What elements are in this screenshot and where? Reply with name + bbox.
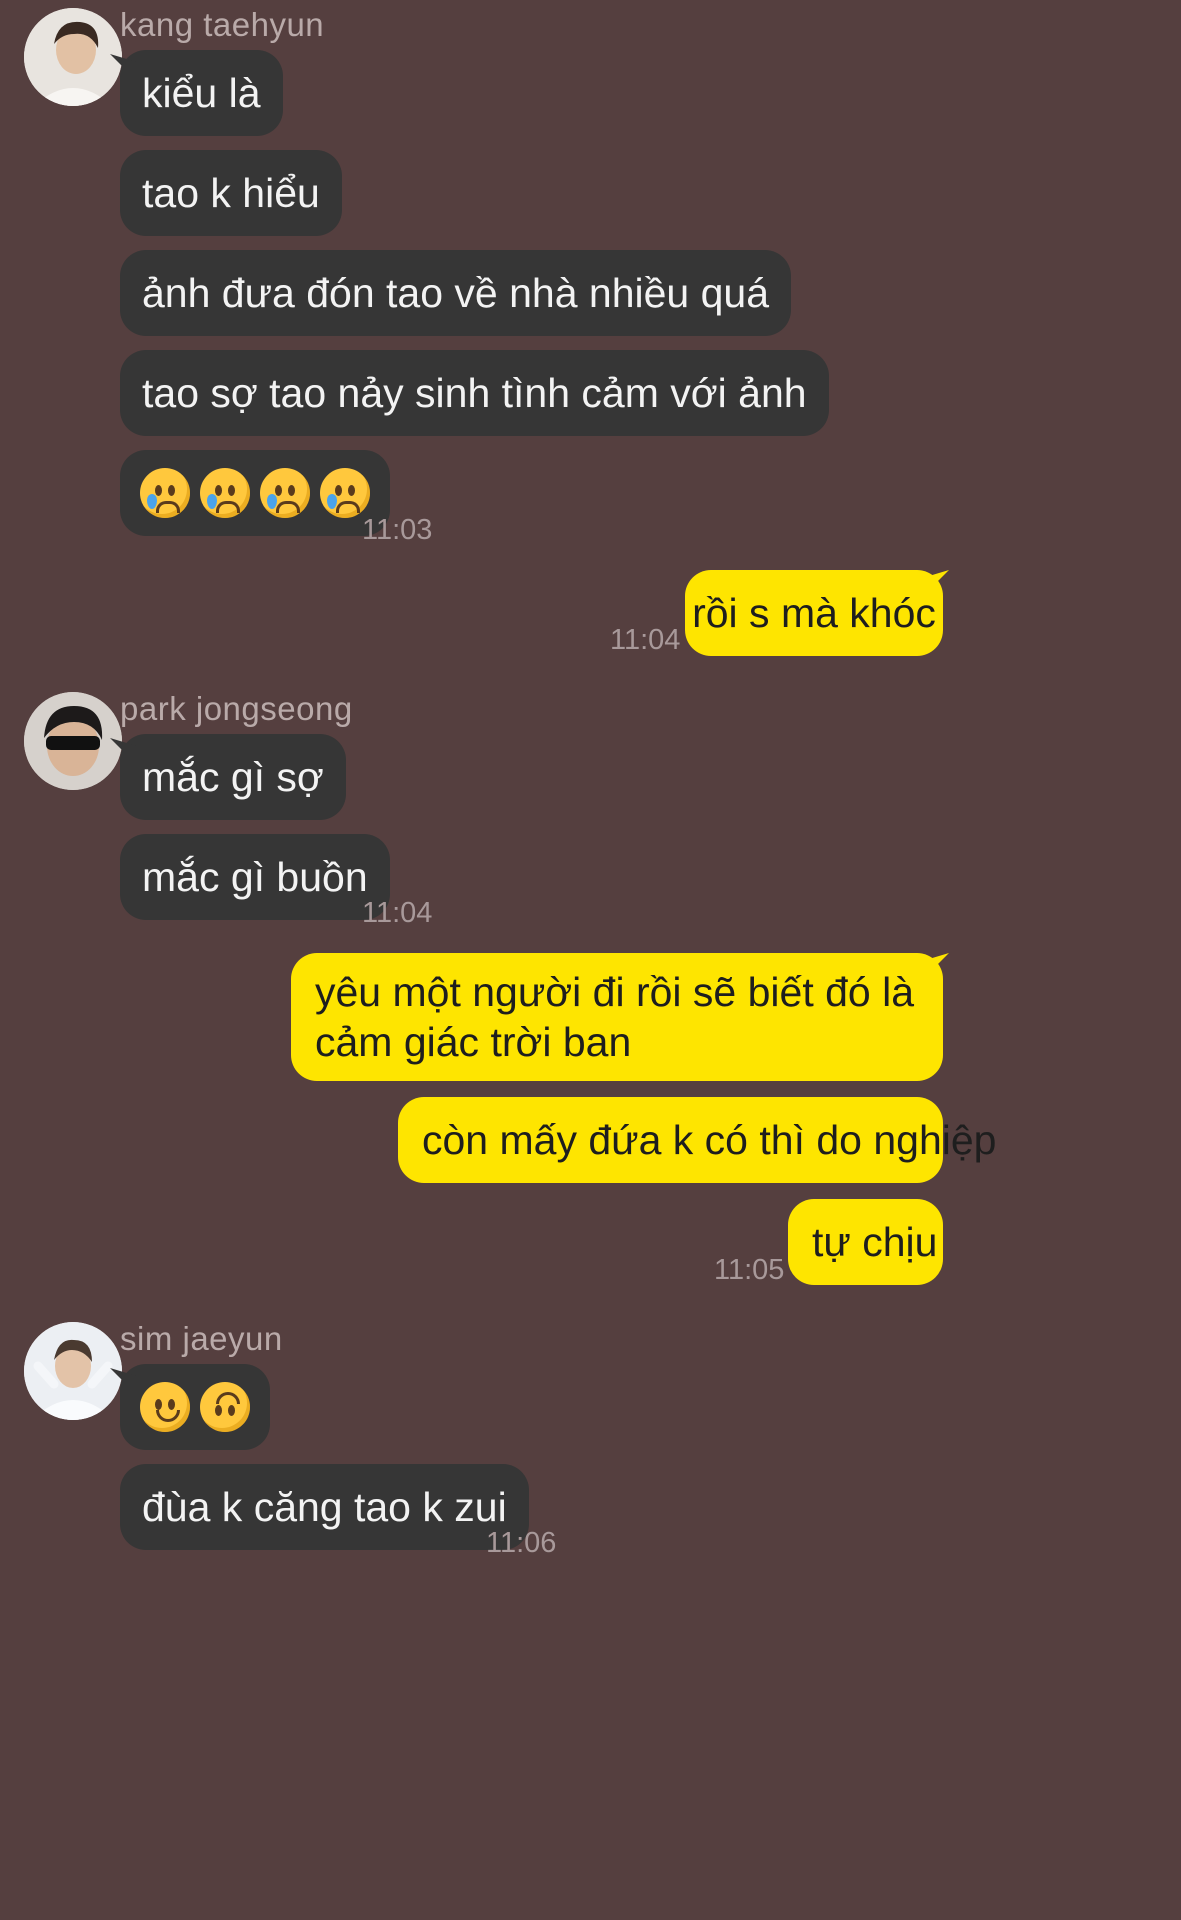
- incoming-emoji-message[interactable]: [120, 450, 390, 536]
- message-text: tự chịu: [812, 1219, 938, 1265]
- message-timestamp: 11:06: [486, 1527, 557, 1559]
- incoming-emoji-message[interactable]: [120, 1364, 270, 1450]
- incoming-message[interactable]: mắc gì sợ: [120, 734, 346, 820]
- avatar-kang-taehyun[interactable]: [24, 8, 122, 106]
- incoming-message[interactable]: mắc gì buồn: [120, 834, 390, 920]
- message-text: yêu một người đi rồi sẽ biết đó là cảm g…: [315, 969, 915, 1065]
- outgoing-message[interactable]: tự chịu: [788, 1199, 943, 1285]
- message-timestamp: 11:04: [362, 897, 433, 929]
- incoming-message[interactable]: đùa k căng tao k zui: [120, 1464, 529, 1550]
- message-text: tao k hiểu: [142, 170, 320, 216]
- message-text: mắc gì buồn: [142, 854, 368, 900]
- message-text: kiểu là: [142, 70, 261, 116]
- crying-face-emoji-icon: [320, 468, 370, 518]
- outgoing-message[interactable]: còn mấy đứa k có thì do nghiệp: [398, 1097, 996, 1183]
- crying-face-emoji-icon: [260, 468, 310, 518]
- profile-photo-icon: [24, 1322, 122, 1420]
- sender-name: kang taehyun: [120, 6, 325, 43]
- crying-face-emoji-icon: [140, 468, 190, 518]
- sender-name: park jongseong: [120, 690, 353, 727]
- avatar-park-jongseong[interactable]: [24, 692, 122, 790]
- message-text: rồi s mà khóc: [692, 590, 936, 636]
- profile-photo-icon: [24, 8, 122, 106]
- message-text: đùa k căng tao k zui: [142, 1484, 507, 1530]
- incoming-message[interactable]: kiểu là: [120, 50, 283, 136]
- message-timestamp: 11:03: [362, 514, 433, 546]
- incoming-message[interactable]: tao sợ tao nảy sinh tình cảm với ảnh: [120, 350, 829, 436]
- profile-photo-icon: [24, 692, 122, 790]
- slightly-smiling-face-emoji-icon: [140, 1382, 190, 1432]
- message-text: mắc gì sợ: [142, 754, 324, 800]
- crying-face-emoji-icon: [200, 468, 250, 518]
- sender-name: sim jaeyun: [120, 1320, 283, 1357]
- message-timestamp: 11:05: [714, 1254, 785, 1286]
- upside-down-face-emoji-icon: [200, 1382, 250, 1432]
- avatar-sim-jaeyun[interactable]: [24, 1322, 122, 1420]
- message-text: ảnh đưa đón tao về nhà nhiều quá: [142, 270, 770, 316]
- incoming-message[interactable]: ảnh đưa đón tao về nhà nhiều quá: [120, 250, 792, 336]
- outgoing-message[interactable]: yêu một người đi rồi sẽ biết đó là cảm g…: [291, 953, 943, 1081]
- incoming-message[interactable]: tao k hiểu: [120, 150, 342, 236]
- message-text: tao sợ tao nảy sinh tình cảm với ảnh: [142, 370, 807, 416]
- outgoing-message[interactable]: rồi s mà khóc: [685, 570, 943, 656]
- message-timestamp: 11:04: [610, 624, 681, 656]
- message-text: còn mấy đứa k có thì do nghiệp: [422, 1117, 997, 1163]
